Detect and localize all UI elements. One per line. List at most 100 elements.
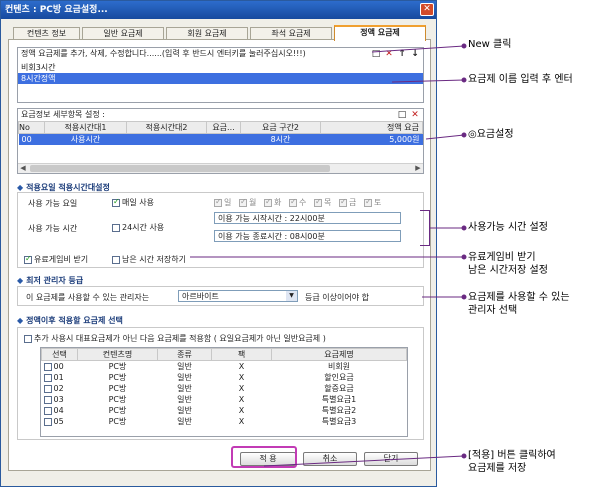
delete-icon[interactable]: ✕	[384, 49, 394, 59]
apply-highlight	[231, 446, 297, 468]
day-label: 사용 가능 요일	[28, 199, 78, 208]
cell-flat-fee: 5,000원	[389, 135, 420, 144]
row-checkbox[interactable]	[43, 406, 52, 415]
row-checkbox[interactable]	[43, 362, 52, 371]
admin-group: 이 요금제를 사용할 수 있는 관리자는 아르바이트 ▼ 등급 이상이어야 합	[17, 286, 424, 306]
callout-dot	[461, 453, 467, 459]
annotation-apply: [적용] 버튼 클릭하여 요금제를 저장	[468, 450, 556, 474]
paid-game-checkbox[interactable]: 유료게임비 받기	[24, 254, 88, 265]
end-time-field[interactable]: 이용 가능 종료시간 : 08시00분	[214, 230, 401, 242]
table-header-row: 선택 컨텐츠명 종류 팩 요금제명	[41, 348, 407, 361]
annotation-name-enter: 요금제 이름 입력 후 엔터	[468, 74, 573, 85]
cell-no: 00	[21, 135, 32, 144]
save-remaining-checkbox[interactable]: 남은 시간 저장하기	[112, 254, 186, 265]
cell-time2	[127, 134, 207, 146]
annotation-time-setting: 사용가능 시간 설정	[468, 222, 548, 233]
everyday-checkbox[interactable]: 매일 사용	[112, 197, 154, 208]
row-checkbox[interactable]	[43, 417, 52, 426]
annotation-admin: 요금제를 사용할 수 있는 관리자 선택	[468, 292, 570, 316]
tab-panel: 정액 요금제를 추가, 삭제, 수정합니다......(입력 후 반드시 엔터키…	[8, 39, 431, 471]
scroll-thumb[interactable]	[30, 165, 330, 172]
time-bracket	[420, 210, 430, 246]
day-checkbox[interactable]	[364, 197, 372, 207]
fee-detail-box: 요금정보 세부항목 설정 : □ ✕ No 적용시간대1 적용시간대2 요금..…	[17, 108, 424, 174]
column-header: 요금 구간2	[240, 121, 321, 134]
fee-detail-table: No 적용시간대1 적용시간대2 요금... 요금 구간2 정액 요금 00 사…	[18, 121, 423, 145]
cancel-button[interactable]: 취소	[303, 452, 357, 466]
after-plan-list: 선택 컨텐츠명 종류 팩 요금제명 00 PC방 일반 X 비회원 01 PC방 일반 X 할인…	[40, 347, 408, 437]
table-row[interactable]: 04 PC방 일반 X 특별요금2	[42, 405, 407, 416]
cell-time1: 사용시간	[70, 135, 101, 144]
plan-list: 정액 요금제를 추가, 삭제, 수정합니다......(입력 후 반드시 엔터키…	[17, 47, 424, 103]
plan-list-header: 정액 요금제를 추가, 삭제, 수정합니다......(입력 후 반드시 엔터키…	[18, 48, 423, 60]
window-title: 컨텐츠 : PC방 요금설정...	[5, 5, 108, 15]
day-checkbox[interactable]	[339, 197, 347, 207]
fee-detail-header: 요금정보 세부항목 설정 : □ ✕	[18, 109, 423, 121]
column-header: 정액 요금	[320, 121, 423, 134]
section-title-admin: ◆ 최저 관리자 등급	[17, 276, 84, 285]
chevron-down-icon: ▼	[286, 291, 297, 301]
list-item-selected[interactable]: 8시간정액	[18, 73, 423, 84]
annotation-paid-game: 유료게임비 받기 남은 시간저장 설정	[468, 252, 548, 276]
column-header: 종류	[157, 348, 212, 361]
cell-fee2: 8시간	[270, 135, 291, 144]
plan-list-instruction: 정액 요금제를 추가, 삭제, 수정합니다......(입력 후 반드시 엔터키…	[21, 49, 306, 58]
horizontal-scrollbar[interactable]: ◀ ▶	[18, 163, 423, 173]
after-option-checkbox[interactable]: 추가 사용시 대표요금제가 아닌 다음 요금제를 적용함 ( 요일요금제가 아닌…	[24, 333, 326, 344]
admin-suffix-text: 등급 이상이어야 합	[305, 293, 369, 302]
allday-checkbox[interactable]: 24시간 사용	[112, 222, 164, 233]
column-header: No	[18, 121, 45, 134]
column-header: 적용시간대1	[44, 121, 127, 134]
time-settings-group: 사용 가능 요일 매일 사용 일 월 화 수 목 금 토 사용 가능 시간 24…	[17, 192, 424, 268]
table-row[interactable]: 00 PC방 일반 X 비회원	[42, 361, 407, 373]
callout-dot	[461, 254, 467, 260]
close-button[interactable]: 닫기	[364, 452, 418, 466]
row-checkbox[interactable]	[43, 384, 52, 393]
callout-dot	[461, 225, 467, 231]
table-row[interactable]: 01 PC방 일반 X 할인요금	[42, 372, 407, 383]
column-header: 요금제명	[271, 348, 407, 361]
table-row[interactable]: 03 PC방 일반 X 특별요금1	[42, 394, 407, 405]
day-checkbox[interactable]	[314, 197, 322, 207]
table-header-row: No 적용시간대1 적용시간대2 요금... 요금 구간2 정액 요금	[18, 121, 423, 134]
start-time-field[interactable]: 이용 가능 시작시간 : 22시00분	[214, 212, 401, 224]
column-header: 컨텐츠명	[77, 348, 158, 361]
row-checkbox[interactable]	[43, 395, 52, 404]
new-icon[interactable]: □	[397, 110, 407, 120]
day-checkbox[interactable]	[239, 197, 247, 207]
title-bar: 컨텐츠 : PC방 요금설정... ✕	[1, 1, 436, 19]
time-label: 사용 가능 시간	[28, 224, 78, 233]
table-row[interactable]: 00 사용시간 8시간 5,000원	[18, 133, 423, 146]
arrow-up-icon[interactable]: ↑	[397, 49, 407, 59]
after-plan-group: 추가 사용시 대표요금제가 아닌 다음 요금제를 적용함 ( 요일요금제가 아닌…	[17, 327, 424, 440]
column-header: 적용시간대2	[126, 121, 207, 134]
table-row[interactable]: 05 PC방 일반 X 특별요금3	[42, 416, 407, 427]
scroll-right-icon[interactable]: ▶	[413, 164, 423, 173]
table-row[interactable]: 02 PC방 일반 X 할증요금	[42, 383, 407, 394]
day-checkbox[interactable]	[264, 197, 272, 207]
callout-dot	[461, 43, 467, 49]
dialog-window: 컨텐츠 : PC방 요금설정... ✕ 컨텐츠 정보 일반 요금제 회원 요금제…	[0, 0, 437, 487]
weekday-checkboxes: 일 월 화 수 목 금 토	[214, 197, 404, 207]
arrow-down-icon[interactable]: ↓	[410, 49, 420, 59]
admin-prefix-text: 이 요금제를 사용할 수 있는 관리자는	[26, 293, 150, 302]
annotation-new-click: New 클릭	[468, 39, 512, 50]
fee-detail-title: 요금정보 세부항목 설정 :	[21, 110, 105, 119]
tab-flat-plan[interactable]: 정액 요금제	[334, 25, 426, 41]
annotation-fee-setting: ◎요금설정	[468, 129, 514, 140]
list-item[interactable]: 비회3시간	[18, 62, 423, 73]
close-icon[interactable]: ✕	[420, 3, 434, 16]
row-checkbox[interactable]	[43, 373, 52, 382]
callout-dot	[461, 132, 467, 138]
section-title-after: ◆ 정액이후 적용할 요금제 선택	[17, 316, 123, 325]
cell-fee1	[207, 134, 241, 146]
after-plan-table: 선택 컨텐츠명 종류 팩 요금제명 00 PC방 일반 X 비회원 01 PC방 일반 X 할인…	[41, 348, 407, 427]
delete-icon[interactable]: ✕	[410, 110, 420, 120]
new-icon[interactable]: □	[371, 49, 381, 59]
day-checkbox[interactable]	[289, 197, 297, 207]
column-header: 팩	[211, 348, 272, 361]
day-checkbox[interactable]	[214, 197, 222, 207]
column-header: 요금...	[206, 121, 241, 134]
admin-level-select[interactable]: 아르바이트 ▼	[178, 290, 298, 302]
scroll-left-icon[interactable]: ◀	[18, 164, 28, 173]
